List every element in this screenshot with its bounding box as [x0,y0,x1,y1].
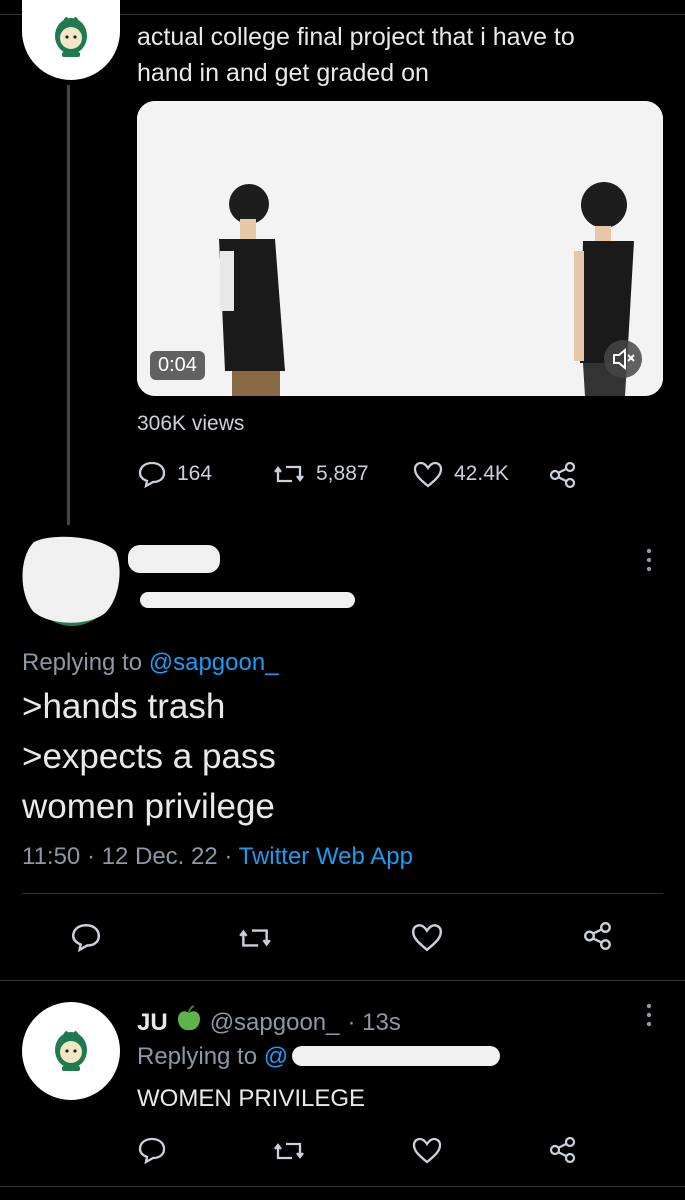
retweet-button[interactable] [237,923,273,953]
replying-to: Replying to @ [137,1043,288,1071]
reply-icon [137,460,167,488]
tweet-text: WOMEN PRIVILEGE [137,1085,366,1112]
avatar[interactable] [22,0,120,80]
tweet-text-line1: actual college final project that i have… [137,23,575,51]
thread-line [67,85,70,525]
share-button[interactable] [582,920,614,952]
avatar-character-icon [55,1030,87,1071]
retweet-icon [272,460,306,488]
like-button[interactable] [410,922,444,952]
share-icon [548,1135,578,1165]
more-options-button[interactable] [645,1003,653,1029]
heart-icon [412,460,444,488]
video-player[interactable]: 0:04 [137,101,663,396]
retweet-icon [272,1137,306,1165]
video-frame [137,101,663,396]
avatar[interactable] [22,1002,120,1100]
replying-to-handle[interactable]: @sapgoon_ [149,649,279,676]
tweet-date[interactable]: 12 Dec. 22 [102,843,218,870]
tweet-time[interactable]: 11:50 [22,843,80,870]
share-button[interactable] [548,460,578,490]
share-icon [582,920,614,952]
reply-count: 164 [177,462,213,485]
divider [0,980,685,981]
heart-icon [410,922,444,952]
reply-button[interactable]: 164 [137,460,212,488]
redacted-display-name [128,545,220,573]
tweet-line2: >expects a pass [22,737,276,776]
view-count: 306K views [137,412,245,435]
display-name[interactable]: JU [137,1009,168,1037]
tweet-header: JU @sapgoon_ · 13s [137,1005,401,1040]
tweet-source[interactable]: Twitter Web App [239,843,413,870]
green-apple-icon [176,1005,202,1040]
tweet-metadata: 11:50 · 12 Dec. 22 · Twitter Web App [22,843,413,871]
video-duration: 0:04 [150,351,205,380]
redacted-avatar [22,536,120,626]
retweet-icon [237,923,273,953]
tweet-line3: women privilege [22,787,275,826]
like-count: 42.4K [454,462,509,485]
separator-dot: · [86,843,95,870]
like-button[interactable]: 42.4K [412,460,509,488]
heart-icon [411,1136,443,1164]
replying-to-handle[interactable]: @ [264,1043,288,1070]
more-options-button[interactable] [645,548,653,574]
handle[interactable]: @sapgoon_ [210,1009,340,1037]
redacted-handle [292,1046,500,1066]
separator-dot: · [224,843,233,870]
tweet-line1: >hands trash [22,687,226,726]
share-button[interactable] [548,1135,578,1165]
divider [22,893,663,894]
reply-button[interactable] [70,922,102,952]
reply-icon [70,922,102,952]
like-button[interactable] [411,1136,443,1164]
reply-button[interactable] [137,1136,167,1164]
divider [0,1186,685,1187]
replying-to-label: Replying to [137,1043,264,1070]
retweet-count: 5,887 [316,462,369,485]
redacted-handle [140,590,360,612]
replying-to: Replying to @sapgoon_ [22,649,279,677]
reply-icon [137,1136,167,1164]
muted-speaker-icon [613,347,635,371]
retweet-button[interactable] [272,1137,306,1165]
avatar[interactable] [14,532,122,628]
share-icon [548,460,578,490]
retweet-button[interactable]: 5,887 [272,460,369,488]
tweet-text-line2: hand in and get graded on [137,59,429,87]
replying-to-label: Replying to [22,649,149,676]
tweet-age[interactable]: · 13s [347,1009,400,1037]
more-dots-icon [646,548,652,572]
mute-button[interactable] [604,340,642,378]
more-dots-icon [646,1003,652,1027]
avatar-character-icon [55,16,87,57]
